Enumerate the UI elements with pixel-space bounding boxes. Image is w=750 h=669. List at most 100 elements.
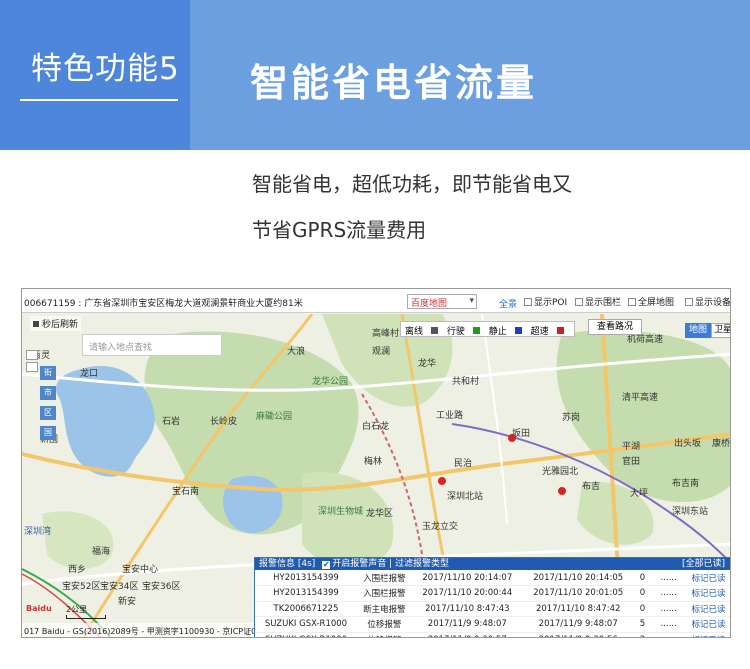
alarm-cell-type: 位移报警 [356, 632, 412, 637]
place-label: 宝安52区 [62, 582, 101, 592]
scale-bar [66, 615, 106, 619]
satellite-mode-button[interactable]: 卫星 [711, 323, 730, 338]
show-poi-checkbox[interactable]: 显示POI [524, 295, 567, 308]
alarm-cell-device: SUZUKI GSX-R1000 [255, 632, 357, 637]
header-banner: 特色功能5 智能省电省流量 [0, 0, 750, 150]
filter-alarm-link[interactable]: 过滤报警类型 [395, 559, 449, 569]
alarm-cell-dir: ...... [651, 601, 687, 617]
checkbox-icon [685, 298, 693, 306]
map-toolbar: 006671159 : 广东省深圳市宝安区梅龙大道观澜景轩商业大厦约81米 百度… [22, 289, 731, 313]
legend-moving: 行驶 [447, 327, 480, 337]
place-label: 福海 [92, 547, 111, 557]
sound-checkbox[interactable]: ✔ [322, 561, 331, 569]
alarm-table-body: HY2013154399 入围栏报警 2017/11/10 20:14:07 2017… [255, 570, 730, 637]
place-label: 大坪 [630, 489, 649, 499]
alarm-cell-t2: 2017/11/10 20:01:05 [522, 585, 634, 602]
tag-underline [20, 99, 178, 101]
legend-offline: 离线 [405, 327, 439, 337]
place-label: 布吉南 [672, 479, 700, 489]
map-nav-icon[interactable]: 区 [40, 406, 56, 420]
place-label: 长岭皮 [210, 417, 238, 427]
description-line-1: 智能省电，超低功耗，即节能省电又 [252, 172, 572, 196]
description-line-2: 节省GPRS流量费用 [252, 218, 427, 242]
legend-swatch-icon [556, 327, 564, 334]
zoom-in-button[interactable] [26, 350, 38, 360]
place-label: 高峰村 [372, 329, 400, 339]
read-all-link[interactable]: [全部已读] [682, 558, 725, 570]
checkbox-icon [628, 298, 636, 306]
place-label: 宝安36区 [142, 582, 181, 592]
legend-swatch-icon [472, 327, 480, 334]
alarm-cell-type: 入围栏报警 [356, 585, 412, 602]
show-poi-label: 显示POI [534, 298, 568, 308]
alarm-row[interactable]: HY2013154399 入围栏报警 2017/11/10 20:14:07 2017… [255, 570, 730, 586]
alarm-cell-mark[interactable]: 标记已读 [686, 601, 730, 617]
alarm-cell-device: HY2013154399 [255, 585, 357, 602]
alarm-cell-speed: 0 [633, 601, 652, 617]
place-label: 龙华区 [366, 509, 394, 519]
place-label: 西乡 [68, 565, 87, 575]
place-label: 麻磡公园 [256, 412, 293, 422]
place-label: 共和村 [452, 377, 480, 387]
place-label: 龙口 [80, 369, 99, 379]
alarm-cell-mark[interactable]: 标记已读 [686, 585, 730, 602]
place-label: 深圳湾 [24, 527, 52, 537]
alarm-row[interactable]: SUZUKI GSX-R1000 位移报警 2017/11/9 9:48:07 201… [255, 616, 730, 633]
map-nav-icon[interactable]: 国 [40, 426, 56, 440]
map-copyright: 017 Baidu - GS(2016)2089号 - 甲测资字1100930 … [22, 623, 262, 637]
alarm-cell-t2: 2017/11/9 9:30:56 [522, 632, 634, 637]
map-provider-select[interactable]: 百度地图 ▾ [407, 294, 477, 309]
alarm-row[interactable]: TK2006671225 断主电报警 2017/11/10 8:47:43 2017/… [255, 601, 730, 617]
show-device-checkbox[interactable]: 显示设备 [685, 295, 731, 308]
fullscreen-label: 全屏地图 [638, 298, 675, 308]
alarm-cell-type: 位移报警 [356, 616, 412, 633]
place-label: 梅林 [364, 457, 383, 467]
alarm-cell-t1: 2017/11/10 20:00:44 [411, 585, 523, 602]
place-label: 工业路 [436, 411, 464, 421]
map-canvas[interactable]: 百灵 龙口 石岩 宝石南 麻磡公园 龙华 共和村 工业路 民治 坂田 深圳北站 … [22, 314, 730, 637]
show-fence-checkbox[interactable]: 显示围栏 [575, 295, 621, 308]
place-label: 宝石南 [172, 487, 200, 497]
alarm-row[interactable]: HY2013154399 入围栏报警 2017/11/10 20:00:44 2017… [255, 585, 730, 602]
place-label: 观澜 [372, 347, 391, 357]
alarm-row[interactable]: SUZUKI GSX-R1000位移报警2017/11/9 9:30:57201… [255, 632, 730, 637]
full-view-link[interactable]: 全景 [499, 297, 517, 310]
show-device-label: 显示设备 [695, 298, 731, 308]
map-search-input[interactable]: 请输入地点查找 [82, 334, 222, 356]
view-traffic-button[interactable]: 查看路况 [588, 319, 642, 335]
place-label: 白石龙 [362, 422, 390, 432]
map-app-frame: 006671159 : 广东省深圳市宝安区梅龙大道观澜景轩商业大厦约81米 百度… [21, 288, 731, 638]
map-mode-button[interactable]: 地图 [685, 323, 711, 338]
alarm-cell-mark[interactable]: 标记已读 [686, 616, 730, 633]
alarm-cell-device: HY2013154399 [255, 570, 357, 586]
map-scale: 2公里 [66, 604, 106, 619]
alarm-header: 报警信息 [4s] ✔ 开启报警声音 | 过滤报警类型 [全部已读] [255, 558, 730, 570]
legend-swatch-icon [514, 327, 522, 334]
alarm-cell-mark[interactable]: 标记已读 [686, 632, 730, 637]
status-legend: 离线 行驶 静止 超速 [400, 321, 575, 337]
place-label: 石岩 [162, 417, 181, 427]
show-fence-label: 显示围栏 [585, 298, 622, 308]
fullscreen-checkbox[interactable]: 全屏地图 [628, 295, 674, 308]
place-label: 深圳东站 [672, 507, 709, 517]
chevron-down-icon: ▾ [469, 296, 474, 306]
alarm-cell-speed: 2 [633, 632, 652, 637]
alarm-cell-t1: 2017/11/10 20:14:07 [411, 570, 523, 586]
alarm-sound-label: 开启报警声音 [332, 559, 387, 569]
alarm-cell-speed: 0 [633, 585, 652, 602]
zoom-out-button[interactable] [26, 362, 38, 372]
map-nav-icon[interactable]: 市 [40, 386, 56, 400]
map-nav-icon[interactable]: 街 [40, 366, 56, 380]
alarm-table: HY2013154399 入围栏报警 2017/11/10 20:14:07 2017… [255, 570, 730, 637]
page-title: 智能省电省流量 [250, 61, 538, 105]
alarm-cell-dir: ...... [651, 632, 687, 637]
scale-label: 2公里 [66, 605, 88, 614]
alarm-cell-mark[interactable]: 标记已读 [686, 570, 730, 586]
alarm-cell-dir: ...... [651, 570, 687, 586]
alarm-cell-speed: 0 [633, 570, 652, 586]
place-label: 深圳生物城 [318, 507, 364, 517]
alarm-cell-t2: 2017/11/10 8:47:42 [522, 601, 634, 617]
legend-stopped: 静止 [489, 327, 522, 337]
place-label: 布吉 [582, 482, 601, 492]
feature-tag-panel: 特色功能5 [0, 0, 190, 150]
